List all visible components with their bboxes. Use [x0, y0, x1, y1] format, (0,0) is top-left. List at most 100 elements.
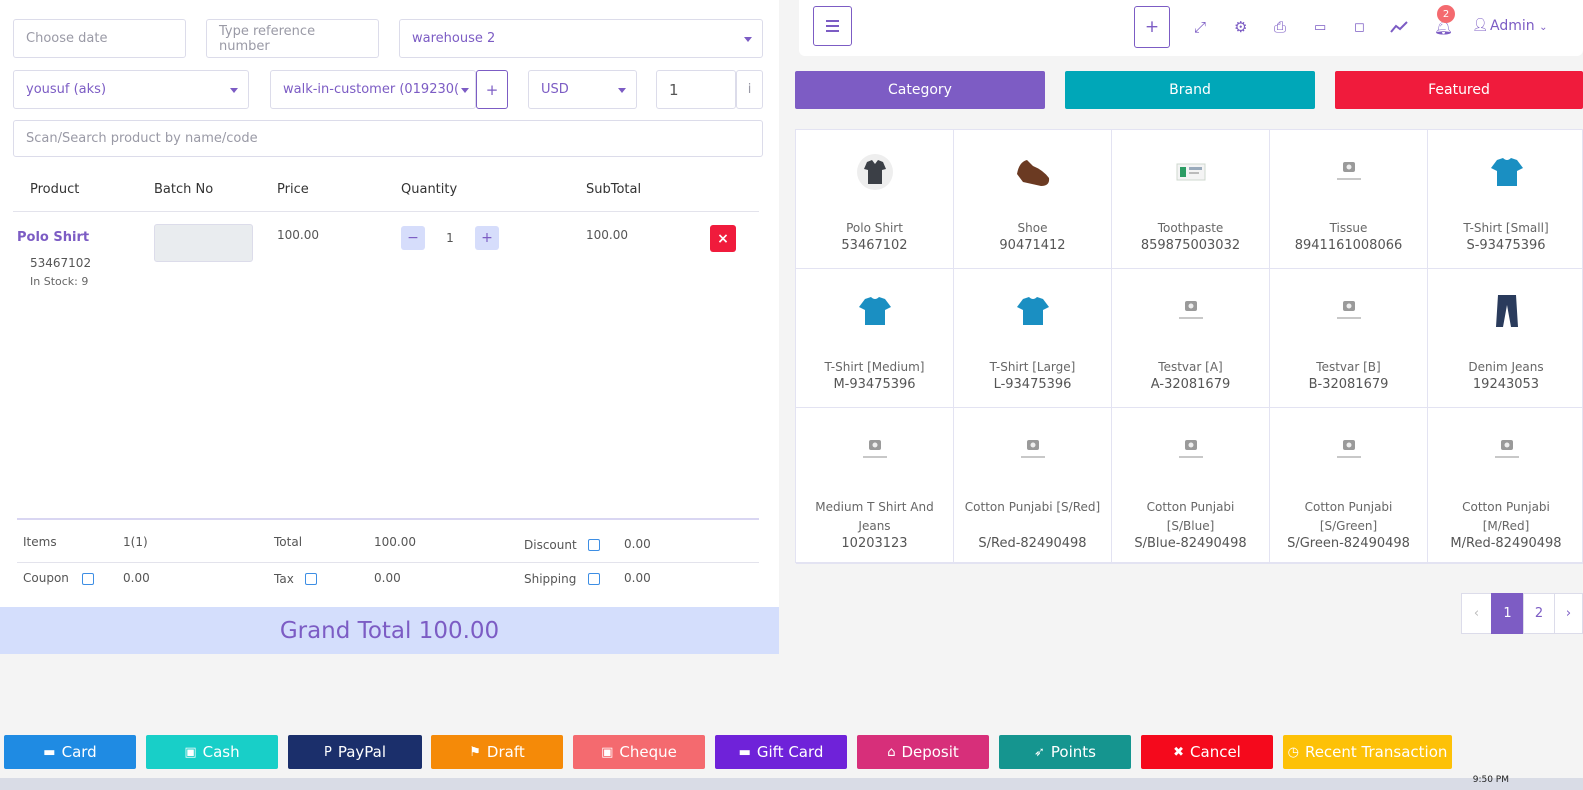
user-menu[interactable]: Admin ⌄ — [1490, 18, 1547, 34]
product-card[interactable]: Cotton Punjabi [S/Green] S/Green-82490498 — [1270, 408, 1428, 564]
paypal-icon: P — [323, 744, 332, 760]
total-value: 100.00 — [374, 535, 416, 549]
payment-recent-transaction-button[interactable]: ◷ Recent Transaction — [1283, 735, 1452, 769]
payment-cheque-button[interactable]: ▣ Cheque — [573, 735, 705, 769]
close-icon: ✖ — [1173, 744, 1185, 760]
add-customer-button[interactable]: + — [476, 70, 508, 109]
shopping-bag-icon[interactable]: ◻ — [1354, 20, 1365, 35]
payment-deposit-button[interactable]: ⌂ Deposit — [857, 735, 989, 769]
product-name-link[interactable]: Polo Shirt — [17, 230, 89, 245]
payment-cash-button[interactable]: ▣ Cash — [146, 735, 278, 769]
jeans-image — [1496, 295, 1518, 327]
tshirt-image — [1017, 297, 1049, 325]
fullscreen-icon[interactable]: ⤢ — [1194, 18, 1206, 36]
shipping-value: 0.00 — [624, 571, 651, 585]
rocket-icon: ➶ — [1034, 744, 1045, 760]
decrease-qty-button[interactable]: − — [401, 226, 425, 250]
payment-label: Gift Card — [756, 743, 824, 761]
warehouse-select[interactable]: warehouse 2 — [399, 19, 763, 58]
no-image-placeholder-icon — [1337, 162, 1361, 180]
add-button[interactable]: + — [1134, 6, 1170, 48]
gear-icon[interactable]: ⚙ — [1234, 18, 1247, 36]
tab-category[interactable]: Category — [795, 71, 1045, 109]
product-name: Polo Shirt — [846, 221, 903, 235]
product-card[interactable]: Shoe 90471412 — [954, 130, 1112, 269]
product-card[interactable]: T-Shirt [Medium] M-93475396 — [796, 269, 954, 408]
tab-featured[interactable]: Featured — [1335, 71, 1583, 109]
edit-coupon-icon[interactable] — [82, 573, 94, 585]
shoe-image — [1017, 160, 1050, 186]
payment-draft-button[interactable]: ⚑ Draft — [431, 735, 563, 769]
product-card[interactable]: Polo Shirt 53467102 — [796, 130, 954, 269]
product-card[interactable]: T-Shirt [Small] S-93475396 — [1428, 130, 1583, 269]
currency-select[interactable]: USD — [528, 70, 637, 109]
qty-input[interactable]: 1 — [440, 231, 460, 245]
info-button[interactable]: i — [736, 70, 763, 109]
customer-select[interactable]: walk-in-customer (019230( — [270, 70, 476, 109]
printer-icon[interactable]: ⎙ — [1274, 18, 1286, 36]
plus-icon: + — [485, 80, 499, 99]
minus-icon: − — [407, 230, 419, 246]
payment-gift-card-button[interactable]: ▬ Gift Card — [715, 735, 847, 769]
chevron-down-icon — [618, 88, 626, 93]
warehouse-value: warehouse 2 — [412, 31, 496, 46]
payment-label: Cash — [202, 743, 240, 761]
edit-tax-icon[interactable] — [305, 573, 317, 585]
payment-paypal-button[interactable]: P PayPal — [288, 735, 422, 769]
payment-label: Recent Transaction — [1304, 743, 1448, 761]
exchange-rate-input[interactable]: 1 — [656, 70, 736, 109]
chevron-down-icon: ⌄ — [1539, 22, 1548, 33]
product-card[interactable]: Testvar [A] A-32081679 — [1112, 269, 1270, 408]
pos-cart-panel: Choose date Type reference number wareho… — [0, 0, 779, 654]
product-code: S/Blue-82490498 — [1134, 536, 1247, 551]
payment-points-button[interactable]: ➶ Points — [999, 735, 1131, 769]
product-card[interactable]: Cotton Punjabi [M/Red] M/Red-82490498 — [1428, 408, 1583, 564]
product-name: Toothpaste — [1157, 221, 1224, 235]
product-code: 90471412 — [999, 238, 1066, 253]
tax-label: Tax — [274, 572, 294, 586]
biller-select[interactable]: yousuf (aks) — [13, 70, 249, 109]
discount-label: Discount — [524, 538, 577, 552]
biller-value: yousuf (aks) — [26, 82, 107, 97]
product-card[interactable]: Testvar [B] B-32081679 — [1270, 269, 1428, 408]
pagination-prev[interactable]: ‹ — [1461, 593, 1492, 634]
reference-input[interactable]: Type reference number — [206, 19, 379, 58]
product-search-input[interactable]: Scan/Search product by name/code — [13, 120, 763, 157]
product-card[interactable]: Tissue 8941161008066 — [1270, 130, 1428, 269]
edit-shipping-icon[interactable] — [588, 573, 600, 585]
payment-cancel-button[interactable]: ✖ Cancel — [1141, 735, 1273, 769]
date-input[interactable]: Choose date — [13, 19, 186, 58]
payment-label: Draft — [486, 743, 525, 761]
product-card[interactable]: Toothpaste 859875003032 — [1112, 130, 1270, 269]
product-card[interactable]: Cotton Punjabi [S/Blue] S/Blue-82490498 — [1112, 408, 1270, 564]
product-name: Cotton Punjabi [M/Red] — [1462, 500, 1550, 533]
payment-card-button[interactable]: ▬ Card — [4, 735, 136, 769]
payment-label: Points — [1050, 743, 1096, 761]
pagination-next[interactable]: › — [1554, 593, 1583, 634]
shipping-label: Shipping — [524, 572, 577, 586]
product-name: Cotton Punjabi [S/Green] — [1304, 500, 1393, 533]
product-name: Tissue — [1329, 221, 1368, 235]
product-name: Medium T Shirt And Jeans — [815, 500, 934, 533]
product-card[interactable]: Denim Jeans 19243053 — [1428, 269, 1583, 408]
product-card[interactable]: Cotton Punjabi [S/Red] S/Red-82490498 — [954, 408, 1112, 564]
tab-brand[interactable]: Brand — [1065, 71, 1315, 109]
product-card[interactable]: Medium T Shirt And Jeans 10203123 — [796, 408, 954, 564]
pagination-page-2[interactable]: 2 — [1523, 593, 1555, 634]
menu-toggle-button[interactable] — [813, 6, 852, 46]
briefcase-icon[interactable]: ▭ — [1314, 20, 1326, 35]
line-chart-icon[interactable] — [1390, 20, 1408, 34]
product-name: Testvar [B] — [1316, 360, 1381, 374]
batch-input[interactable] — [154, 224, 253, 262]
payment-label: PayPal — [337, 743, 386, 761]
clock-icon: ◷ — [1287, 744, 1299, 760]
no-image-placeholder-icon — [1337, 440, 1361, 458]
increase-qty-button[interactable]: + — [475, 226, 499, 250]
coupon-value: 0.00 — [123, 571, 150, 585]
remove-item-button[interactable]: × — [710, 225, 736, 252]
divider — [17, 562, 759, 563]
payment-label: Deposit — [901, 743, 959, 761]
edit-discount-icon[interactable] — [588, 539, 600, 551]
pagination-page-1[interactable]: 1 — [1491, 593, 1524, 634]
product-card[interactable]: T-Shirt [Large] L-93475396 — [954, 269, 1112, 408]
